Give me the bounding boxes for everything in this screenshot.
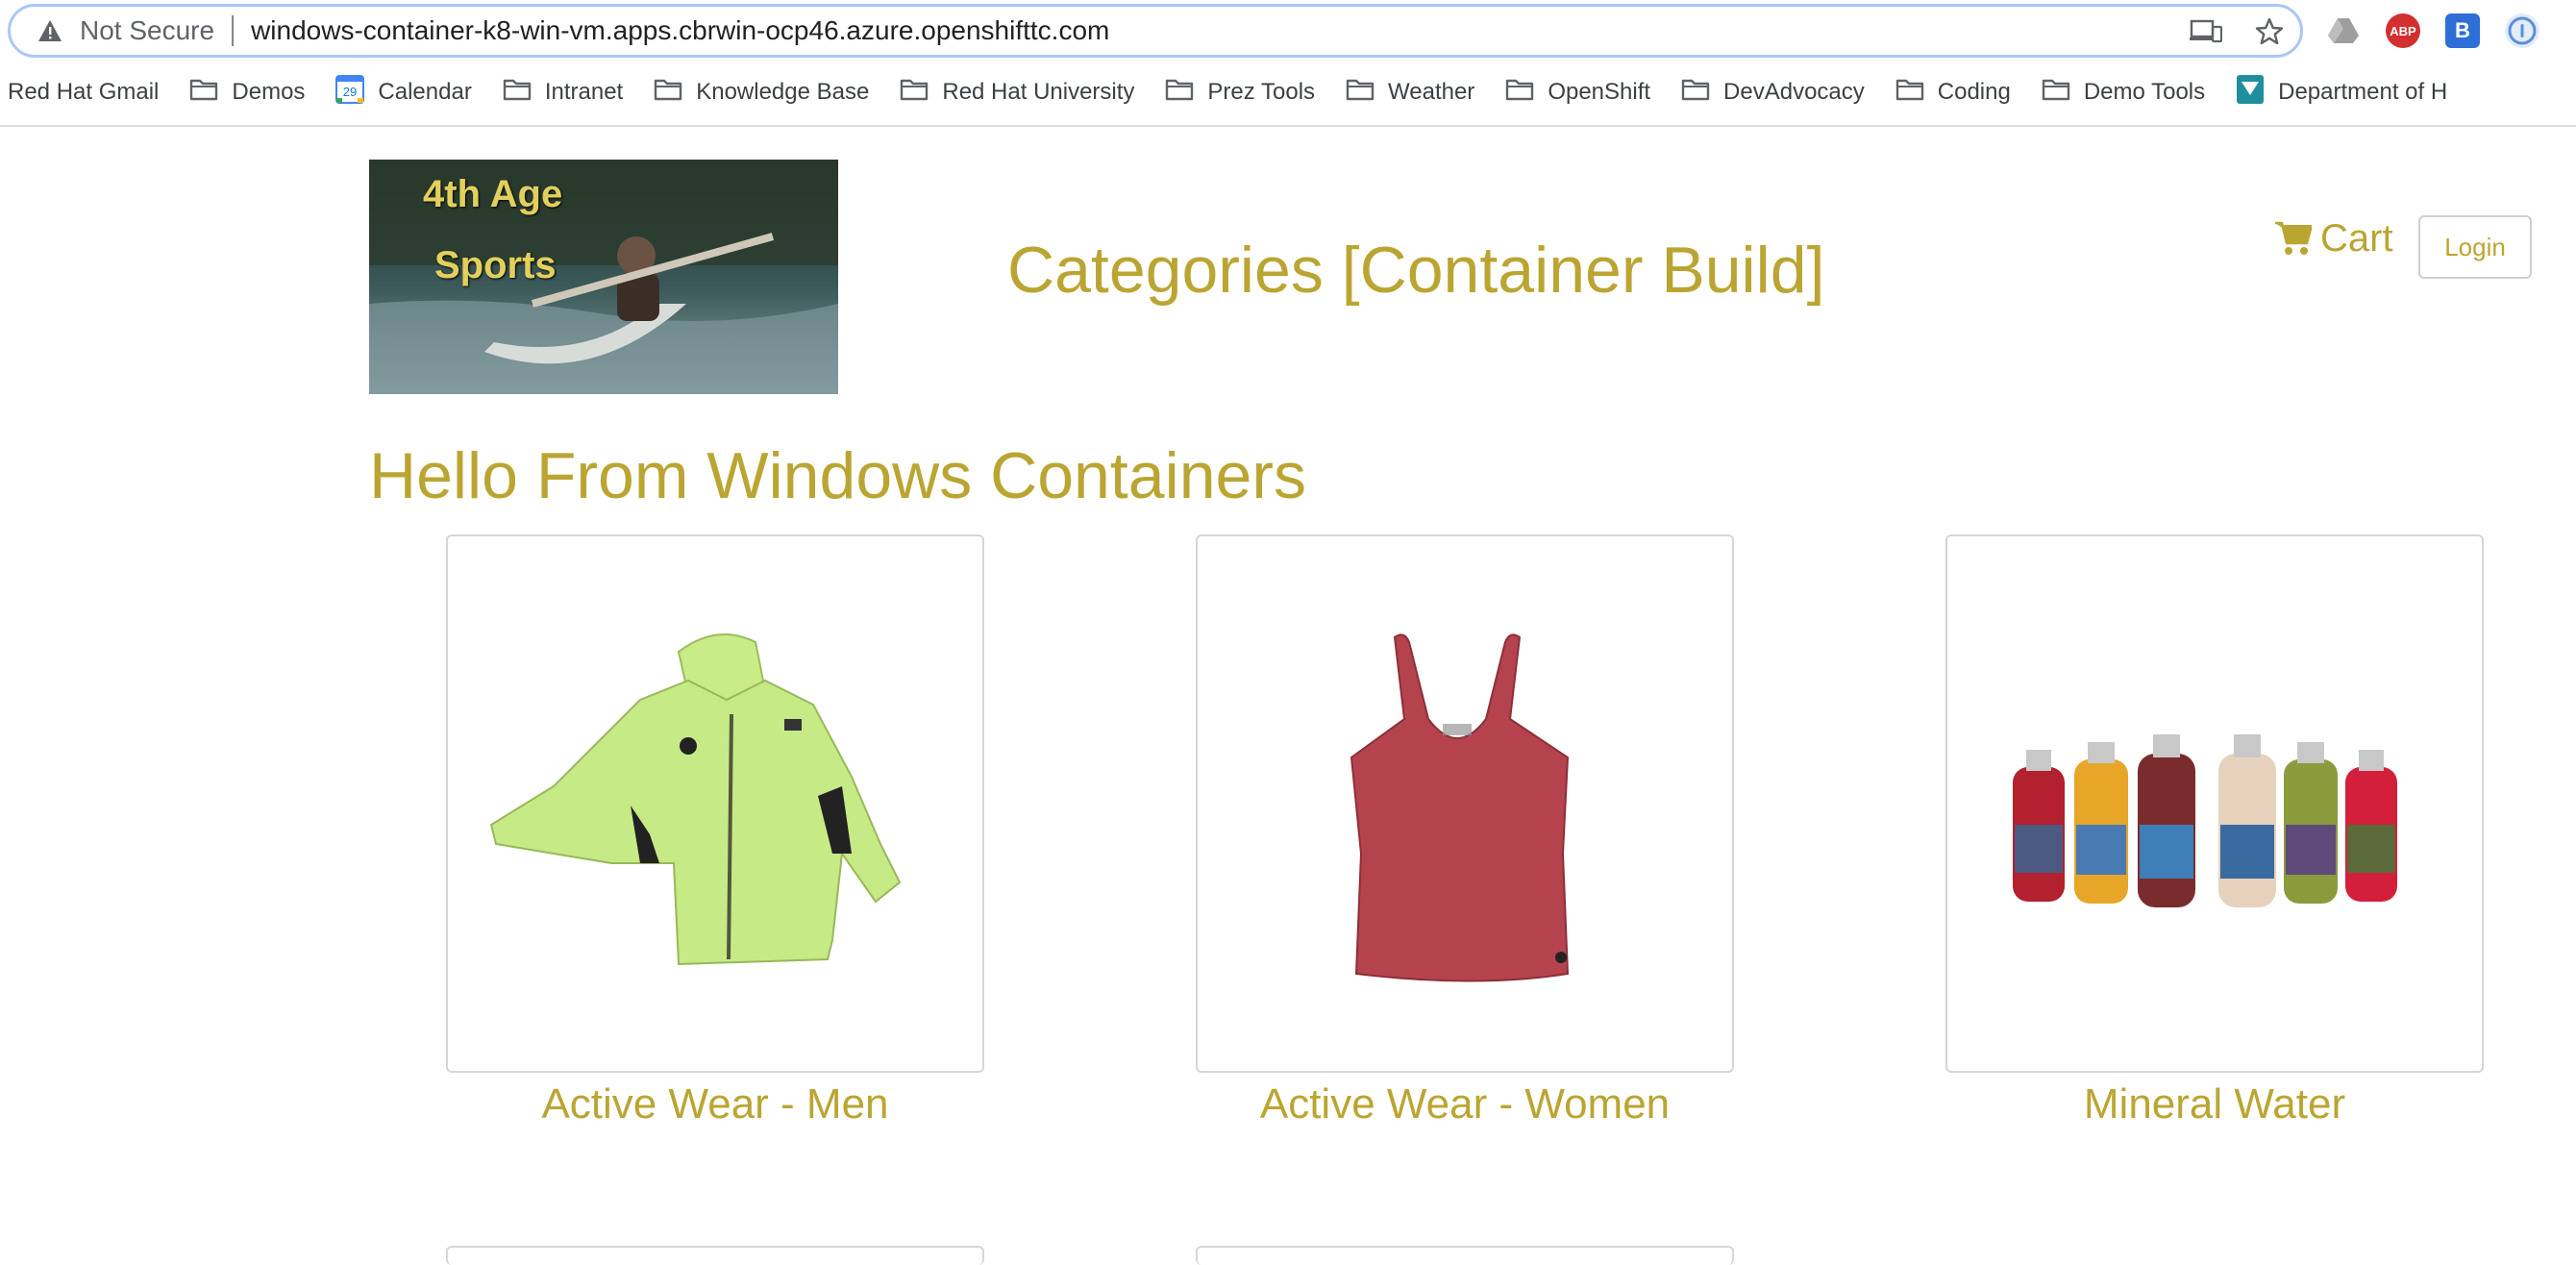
- browser-chrome: Not Secure windows-container-k8-win-vm.a…: [0, 0, 2576, 127]
- category-card-water[interactable]: [1945, 534, 2484, 1073]
- category-card-women[interactable]: [1196, 534, 1734, 1073]
- login-button[interactable]: Login: [2418, 215, 2532, 279]
- page-title: Categories [Container Build]: [1007, 234, 1825, 307]
- adblock-icon[interactable]: ABP: [2386, 13, 2420, 48]
- category-card-partial[interactable]: [1196, 1246, 1734, 1265]
- bookmark-label: Weather: [1388, 79, 1475, 105]
- extension-bar: ABP B: [2326, 12, 2539, 50]
- welcome-heading: Hello From Windows Containers: [369, 439, 1306, 512]
- bookmark-label: Intranet: [544, 79, 624, 105]
- bookmark-label: OpenShift: [1548, 79, 1651, 105]
- logo-line-1: 4th Age: [423, 173, 563, 215]
- category-label-water[interactable]: Mineral Water: [1945, 1080, 2484, 1129]
- calendar-icon: 29: [335, 74, 365, 111]
- folder-icon: [2042, 78, 2070, 108]
- bookmark-label: Prez Tools: [1207, 79, 1316, 105]
- water-bottles-image: [2013, 734, 2397, 907]
- install-app-icon[interactable]: [2189, 14, 2223, 49]
- bookmark-intranet[interactable]: Intranet: [503, 78, 623, 108]
- bookmark-label: Demo Tools: [2083, 79, 2206, 105]
- folder-icon: [654, 78, 682, 108]
- folder-icon: [189, 78, 218, 108]
- bluejeans-label: B: [2455, 18, 2470, 42]
- omnibox-divider: [232, 15, 235, 46]
- cart-link[interactable]: Cart: [2274, 213, 2393, 263]
- bookmark-devadvocacy[interactable]: DevAdvocacy: [1681, 78, 1865, 108]
- bookmark-label: DevAdvocacy: [1723, 79, 1865, 105]
- bookmark-knowledge-base[interactable]: Knowledge Base: [654, 78, 869, 108]
- category-card-men[interactable]: [446, 534, 984, 1073]
- green-jacket-image: [489, 633, 902, 966]
- bookmark-red-hat-university[interactable]: Red Hat University: [900, 78, 1134, 108]
- address-bar[interactable]: Not Secure windows-container-k8-win-vm.a…: [8, 4, 2303, 58]
- bookmark-department[interactable]: Department of H: [2236, 74, 2447, 112]
- logo-line-2: Sports: [434, 244, 557, 286]
- url-text[interactable]: windows-container-k8-win-vm.apps.cbrwin-…: [251, 15, 1109, 46]
- folder-icon: [1681, 78, 1710, 108]
- bookmark-star-icon[interactable]: [2252, 14, 2287, 49]
- bookmark-label: Calendar: [378, 79, 472, 105]
- bookmark-label: Department of H: [2278, 79, 2448, 105]
- adblock-label: ABP: [2390, 23, 2416, 38]
- folder-icon: [1346, 78, 1375, 108]
- folder-icon: [503, 78, 532, 108]
- bookmark-red-hat-gmail[interactable]: Red Hat Gmail: [8, 79, 159, 106]
- bookmarks-bar: Red Hat Gmail Demos 29 Calendar Intranet…: [0, 67, 2576, 117]
- page-content: 4th Age Sports Categories [Container Bui…: [0, 129, 2576, 1265]
- folder-icon: [1895, 78, 1924, 108]
- bookmark-weather[interactable]: Weather: [1346, 78, 1474, 108]
- bluejeans-icon[interactable]: B: [2445, 13, 2480, 48]
- red-tank-top-image: [1350, 633, 1570, 982]
- drive-icon[interactable]: [2326, 13, 2361, 48]
- dept-icon: [2236, 74, 2265, 112]
- bookmark-label: Red Hat University: [942, 79, 1135, 105]
- bookmark-label: Knowledge Base: [696, 79, 870, 105]
- security-label[interactable]: Not Secure: [80, 15, 214, 46]
- calendar-day: 29: [343, 85, 357, 99]
- folder-icon: [900, 78, 929, 108]
- info-circle-icon[interactable]: [2505, 13, 2539, 48]
- bookmark-demo-tools[interactable]: Demo Tools: [2042, 78, 2205, 108]
- category-label-women[interactable]: Active Wear - Women: [1196, 1080, 1734, 1129]
- bookmark-label: Demos: [232, 79, 306, 105]
- category-card-partial[interactable]: [446, 1246, 984, 1265]
- folder-icon: [1165, 78, 1194, 108]
- folder-icon: [1505, 78, 1534, 108]
- bookmark-label: Red Hat Gmail: [8, 79, 160, 105]
- bookmark-calendar[interactable]: 29 Calendar: [335, 74, 472, 111]
- cart-label: Cart: [2320, 216, 2393, 260]
- warning-icon[interactable]: [37, 18, 62, 43]
- bookmark-label: Coding: [1937, 79, 2011, 105]
- bookmark-coding[interactable]: Coding: [1895, 78, 2011, 108]
- category-label-men[interactable]: Active Wear - Men: [446, 1080, 984, 1129]
- bookmark-prez-tools[interactable]: Prez Tools: [1165, 78, 1315, 108]
- bookmark-openshift[interactable]: OpenShift: [1505, 78, 1650, 108]
- store-logo[interactable]: 4th Age Sports: [369, 160, 838, 394]
- bookmark-demos[interactable]: Demos: [189, 78, 305, 108]
- shopping-cart-icon: [2275, 221, 2313, 255]
